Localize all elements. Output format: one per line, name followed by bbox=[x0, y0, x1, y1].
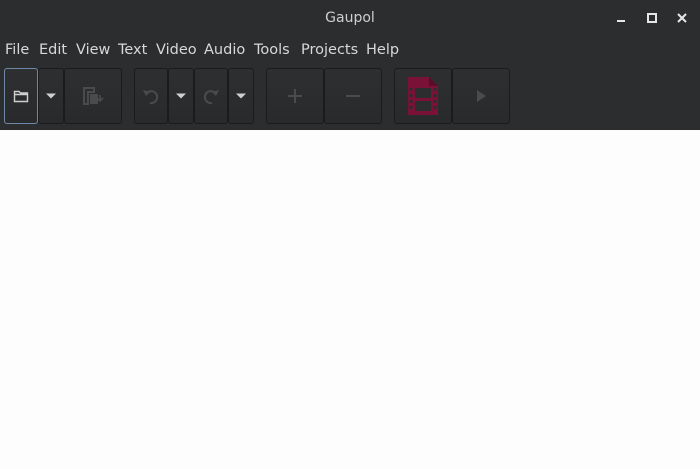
menu-audio[interactable]: Audio bbox=[204, 40, 245, 60]
window-title: Gaupol bbox=[325, 10, 375, 26]
menu-tools[interactable]: Tools bbox=[254, 40, 290, 60]
undo-button[interactable] bbox=[134, 68, 168, 124]
open-button[interactable] bbox=[4, 68, 38, 124]
title-bar: Gaupol bbox=[0, 0, 700, 36]
redo-dropdown-arrow-icon bbox=[236, 93, 246, 99]
save-button[interactable] bbox=[64, 68, 122, 124]
undo-icon bbox=[143, 90, 159, 105]
preview-button[interactable] bbox=[452, 68, 510, 124]
maximize-button[interactable] bbox=[643, 9, 661, 27]
document-area[interactable] bbox=[0, 130, 700, 469]
minimize-button[interactable] bbox=[612, 9, 630, 27]
menu-text[interactable]: Text bbox=[118, 40, 147, 60]
redo-dropdown-button[interactable] bbox=[228, 68, 254, 124]
open-dropdown-button[interactable] bbox=[38, 68, 64, 124]
save-icon bbox=[83, 87, 104, 105]
maximize-icon bbox=[647, 13, 657, 23]
insert-icon bbox=[288, 89, 302, 103]
video-file-button[interactable] bbox=[394, 68, 452, 124]
minimize-icon bbox=[617, 20, 625, 22]
menu-edit[interactable]: Edit bbox=[39, 40, 67, 60]
menu-help[interactable]: Help bbox=[366, 40, 399, 60]
menu-file[interactable]: File bbox=[5, 40, 29, 60]
menu-video[interactable]: Video bbox=[156, 40, 197, 60]
close-button[interactable] bbox=[673, 9, 691, 27]
insert-button[interactable] bbox=[266, 68, 324, 124]
menu-view[interactable]: View bbox=[76, 40, 110, 60]
remove-button[interactable] bbox=[324, 68, 382, 124]
close-icon bbox=[677, 13, 687, 23]
undo-dropdown-arrow-icon bbox=[176, 93, 186, 99]
video-file-icon bbox=[408, 77, 438, 115]
open-dropdown-arrow-icon bbox=[46, 93, 56, 99]
menu-projects[interactable]: Projects bbox=[301, 40, 358, 60]
undo-dropdown-button[interactable] bbox=[168, 68, 194, 124]
redo-button[interactable] bbox=[194, 68, 228, 124]
toolbar bbox=[0, 64, 700, 130]
redo-icon bbox=[203, 90, 219, 105]
open-folder-icon bbox=[13, 90, 29, 103]
app-window: Gaupol File Edit View Text Video Audio T… bbox=[0, 0, 700, 469]
preview-play-icon bbox=[477, 90, 486, 102]
remove-icon bbox=[346, 95, 360, 97]
menu-bar: File Edit View Text Video Audio Tools Pr… bbox=[0, 36, 700, 64]
